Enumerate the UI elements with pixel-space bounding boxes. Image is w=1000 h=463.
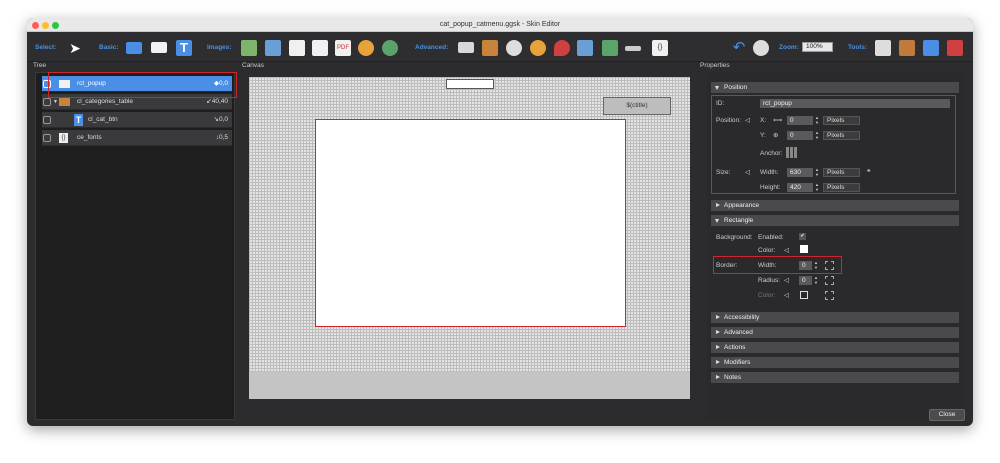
skin-editor-window: cat_popup_catmenu.ggsk - Skin Editor Sel…	[27, 18, 973, 426]
canvas-popup-rectangle[interactable]	[315, 119, 626, 327]
map-tool-icon[interactable]	[382, 40, 398, 56]
border-color-swatch[interactable]	[800, 291, 808, 299]
border-color-link-icon[interactable]: ◁	[784, 291, 789, 299]
canvas-bottom-strip	[249, 372, 690, 399]
zoom-select[interactable]: 100%	[802, 42, 833, 52]
radius-link-icon[interactable]: ◁	[784, 276, 789, 284]
panorama-tool-icon[interactable]	[358, 40, 374, 56]
maximize-window-icon[interactable]	[52, 21, 59, 29]
map-pin-tool-icon[interactable]	[554, 40, 570, 56]
pdf-tool-icon[interactable]: PDF	[335, 40, 351, 56]
section-accessibility[interactable]: Accessibility	[711, 312, 959, 323]
close-window-icon[interactable]	[32, 21, 39, 29]
border-highlight-box	[713, 256, 842, 274]
visibility-icon[interactable]	[43, 116, 51, 124]
border-color-sides-icon[interactable]	[825, 291, 834, 300]
section-appearance[interactable]: Appearance	[711, 200, 959, 211]
radius-corners-icon[interactable]	[825, 276, 834, 285]
canvas-title-element[interactable]: $(ctitle)	[603, 97, 671, 115]
tree-highlight-box	[48, 72, 237, 98]
hotspot-tool-icon[interactable]	[458, 42, 474, 53]
radius-stepper[interactable]: ▲ ▼	[813, 275, 819, 285]
section-advanced[interactable]: Advanced	[711, 327, 959, 338]
map-image-tool-icon[interactable]	[577, 40, 593, 56]
toolbar: Select: ➤ Basic: T Images: PDF Advanced:…	[27, 32, 973, 62]
tree-row-cl-cat-btn[interactable]: T cl_cat_btn ↘0,0	[42, 112, 232, 128]
tools-label: Tools:	[848, 44, 868, 51]
tree-row-label: cl_cat_btn	[88, 116, 118, 123]
zoom-icon[interactable]	[753, 40, 769, 56]
select-label: Select:	[35, 44, 57, 51]
lottie-tool-icon[interactable]	[312, 40, 328, 56]
color-link-icon[interactable]: ◁	[784, 246, 789, 254]
minimize-window-icon[interactable]	[42, 21, 49, 29]
tree-panel: rct_popup ◆0,0 ▼ cl_categories_table ↙40…	[35, 72, 235, 420]
svg-tool-icon[interactable]	[289, 40, 305, 56]
image-tool-icon[interactable]	[241, 40, 257, 56]
paint-tool-icon[interactable]	[899, 40, 915, 56]
section-rectangle[interactable]: Rectangle	[711, 215, 959, 226]
section-modifiers[interactable]: Modifiers	[711, 357, 959, 368]
section-position[interactable]: Position	[711, 82, 959, 93]
enabled-checkbox[interactable]: ✔	[799, 233, 806, 240]
code-tool-icon[interactable]: {}	[652, 40, 668, 56]
background-color-swatch[interactable]	[800, 245, 808, 253]
visibility-icon[interactable]	[43, 134, 51, 142]
container-tool-icon[interactable]	[126, 42, 142, 54]
canvas-top-element[interactable]	[446, 79, 494, 89]
tree-row-position: ↘0,0	[213, 116, 228, 123]
compass-tool-icon[interactable]	[506, 40, 522, 56]
cloner-tool-icon[interactable]	[482, 40, 498, 56]
pointer-tool-icon[interactable]: ➤	[67, 40, 83, 56]
enabled-label: Enabled:	[758, 234, 784, 241]
navigator-tool-icon[interactable]	[530, 40, 546, 56]
cloner-icon	[59, 98, 70, 106]
video-tool-icon[interactable]	[602, 40, 618, 56]
title-bar: cat_popup_catmenu.ggsk - Skin Editor	[27, 18, 973, 32]
radius-field[interactable]: 0	[799, 276, 812, 285]
canvas-area[interactable]: $(ctitle)	[249, 77, 690, 399]
tree-panel-label: Tree	[33, 62, 47, 69]
advanced-label: Advanced:	[415, 44, 449, 51]
position-highlight-box	[711, 95, 956, 194]
border-color-label: Color:	[758, 292, 776, 299]
properties-panel: Position ID: rct_popup Position: ◁ X: ⟺ …	[707, 72, 965, 420]
zoom-label: Zoom:	[779, 44, 799, 51]
tree-row-ce-fonts[interactable]: {} ce_fonts ↓0,5	[42, 130, 232, 146]
properties-panel-label: Properties	[700, 62, 730, 69]
progress-bar-tool-icon[interactable]	[625, 46, 641, 51]
basic-label: Basic:	[99, 44, 119, 51]
button-image-tool-icon[interactable]	[265, 40, 281, 56]
radius-label: Radius:	[758, 277, 781, 284]
variables-tool-icon[interactable]	[947, 40, 963, 56]
tree-row-position: ↓0,5	[215, 134, 228, 141]
color-label: Color:	[758, 247, 776, 254]
canvas-panel-label: Canvas	[242, 62, 265, 69]
code-icon: {}	[59, 133, 68, 143]
section-actions[interactable]: Actions	[711, 342, 959, 353]
translate-tool-icon[interactable]	[923, 40, 939, 56]
tree-row-label: ce_fonts	[77, 134, 102, 141]
images-label: Images:	[207, 44, 232, 51]
search-tool-icon[interactable]	[875, 40, 891, 56]
undo-icon[interactable]: ↶	[731, 40, 747, 56]
section-notes[interactable]: Notes	[711, 372, 959, 383]
visibility-icon[interactable]	[43, 98, 51, 106]
window-title: cat_popup_catmenu.ggsk - Skin Editor	[439, 21, 561, 28]
text-icon: T	[74, 114, 83, 126]
background-label: Background:	[716, 234, 753, 241]
close-button[interactable]: Close	[929, 409, 965, 421]
rectangle-tool-icon[interactable]	[151, 42, 167, 53]
text-tool-icon[interactable]: T	[176, 40, 192, 56]
